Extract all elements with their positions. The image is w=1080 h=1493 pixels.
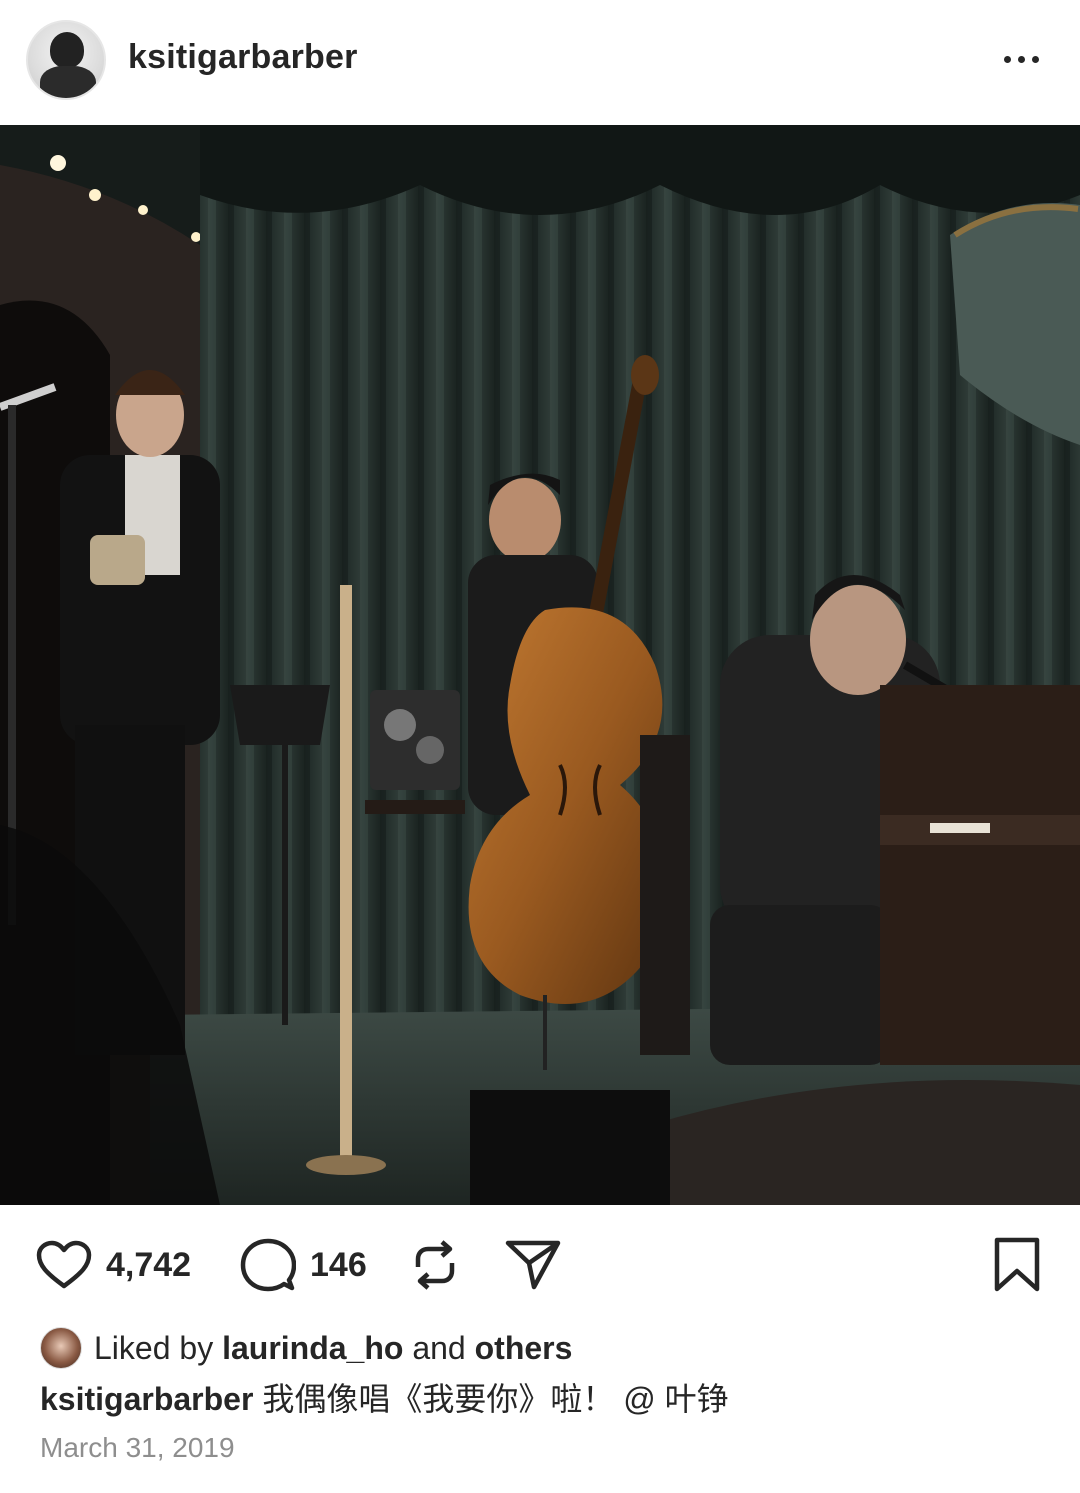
liked-by-row: Liked by laurinda_ho and others xyxy=(40,1325,572,1371)
repost-icon xyxy=(415,1240,455,1290)
share-icon xyxy=(505,1240,561,1290)
post-username[interactable]: ksitigarbarber xyxy=(128,38,358,77)
caption-username[interactable]: ksitigarbarber xyxy=(40,1381,253,1417)
more-horizontal-icon[interactable] xyxy=(1004,56,1039,63)
user-avatar[interactable] xyxy=(26,20,106,100)
liked-by-others[interactable]: others xyxy=(475,1330,573,1367)
like-button[interactable]: 4,742 xyxy=(36,1205,191,1325)
post-header: ksitigarbarber xyxy=(0,0,1080,124)
liker-avatar[interactable] xyxy=(40,1327,82,1369)
liked-by-user[interactable]: laurinda_ho xyxy=(222,1330,403,1367)
liked-by-prefix: Liked by xyxy=(94,1329,214,1366)
comment-icon xyxy=(240,1238,296,1292)
bookmark-icon xyxy=(994,1237,1040,1292)
share-button[interactable] xyxy=(505,1205,561,1325)
like-count[interactable]: 4,742 xyxy=(106,1246,191,1285)
repost-button[interactable] xyxy=(410,1205,460,1325)
heart-icon xyxy=(36,1240,92,1289)
action-bar: 4,742 146 xyxy=(0,1205,1080,1325)
comment-count[interactable]: 146 xyxy=(310,1246,367,1285)
caption-text: 我偶像唱《我要你》啦！ @ 叶铮 xyxy=(262,1381,729,1417)
performance-photo xyxy=(0,125,1080,1205)
post-date: March 31, 2019 xyxy=(40,1432,235,1463)
liked-by-conjunction: and xyxy=(412,1329,466,1366)
comment-button[interactable]: 146 xyxy=(240,1205,367,1325)
post-media[interactable] xyxy=(0,125,1080,1205)
post-caption: ksitigarbarber 我偶像唱《我要你》啦！ @ 叶铮 xyxy=(40,1374,729,1420)
bookmark-button[interactable] xyxy=(993,1205,1041,1325)
